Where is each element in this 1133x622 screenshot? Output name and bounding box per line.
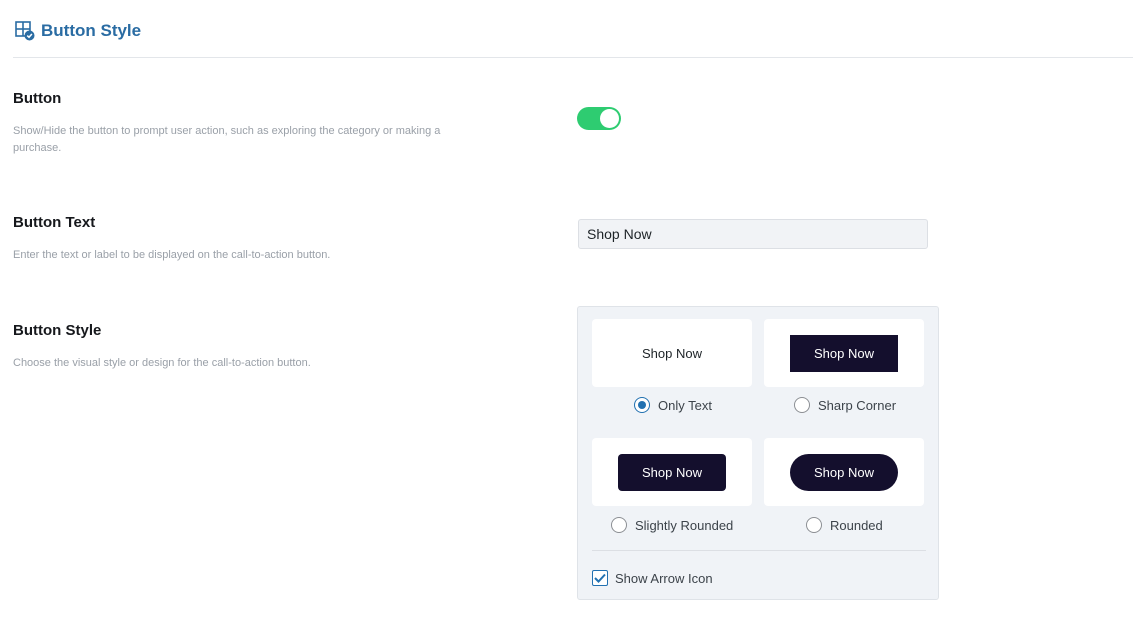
radio-only-text-label: Only Text [658, 397, 712, 413]
radio-slightly-rounded-label: Slightly Rounded [635, 517, 734, 533]
panel-divider [592, 550, 926, 551]
show-arrow-icon-label: Show Arrow Icon [615, 570, 713, 586]
radio-rounded-indicator [806, 517, 822, 533]
preview-rounded-button: Shop Now [790, 453, 898, 491]
button-visibility-toggle[interactable] [577, 107, 621, 130]
radio-slightly-rounded[interactable]: Slightly Rounded [611, 517, 733, 533]
style-card-sharp-corner[interactable]: Shop Now [764, 319, 924, 387]
radio-rounded[interactable]: Rounded [806, 517, 883, 533]
show-arrow-icon-checkbox[interactable] [592, 570, 608, 586]
button-setting-title: Button [13, 90, 62, 107]
button-style-setting-title: Button Style [13, 322, 102, 339]
radio-only-text-indicator [634, 397, 650, 413]
style-card-slightly-rounded[interactable]: Shop Now [592, 438, 752, 506]
grid-check-icon [15, 21, 35, 41]
checkmark-icon [594, 573, 606, 583]
page-title: Button Style [41, 21, 142, 40]
button-style-setting-description: Choose the visual style or design for th… [13, 357, 311, 369]
button-style-panel: Shop Now Shop Now Only Text Sharp Corner… [577, 306, 939, 600]
preview-slightly-rounded-button: Shop Now [618, 453, 726, 491]
toggle-knob [600, 109, 619, 128]
radio-sharp-corner-indicator [794, 397, 810, 413]
button-setting-description: Show/Hide the button to prompt user acti… [13, 125, 441, 154]
radio-sharp-corner[interactable]: Sharp Corner [794, 397, 896, 413]
preview-sharp-corner-button: Shop Now [790, 334, 898, 372]
radio-sharp-corner-label: Sharp Corner [818, 397, 897, 413]
preview-only-text: Shop Now [642, 345, 702, 361]
section-header: Button Style [13, 0, 1133, 58]
button-text-input[interactable] [578, 219, 928, 249]
button-text-setting-title: Button Text [13, 214, 96, 231]
button-text-setting-description: Enter the text or label to be displayed … [13, 249, 331, 261]
radio-rounded-label: Rounded [830, 517, 883, 533]
radio-only-text[interactable]: Only Text [634, 397, 712, 413]
radio-slightly-rounded-indicator [611, 517, 627, 533]
show-arrow-icon-option[interactable]: Show Arrow Icon [592, 570, 713, 586]
style-card-rounded[interactable]: Shop Now [764, 438, 924, 506]
style-card-only-text[interactable]: Shop Now [592, 319, 752, 387]
